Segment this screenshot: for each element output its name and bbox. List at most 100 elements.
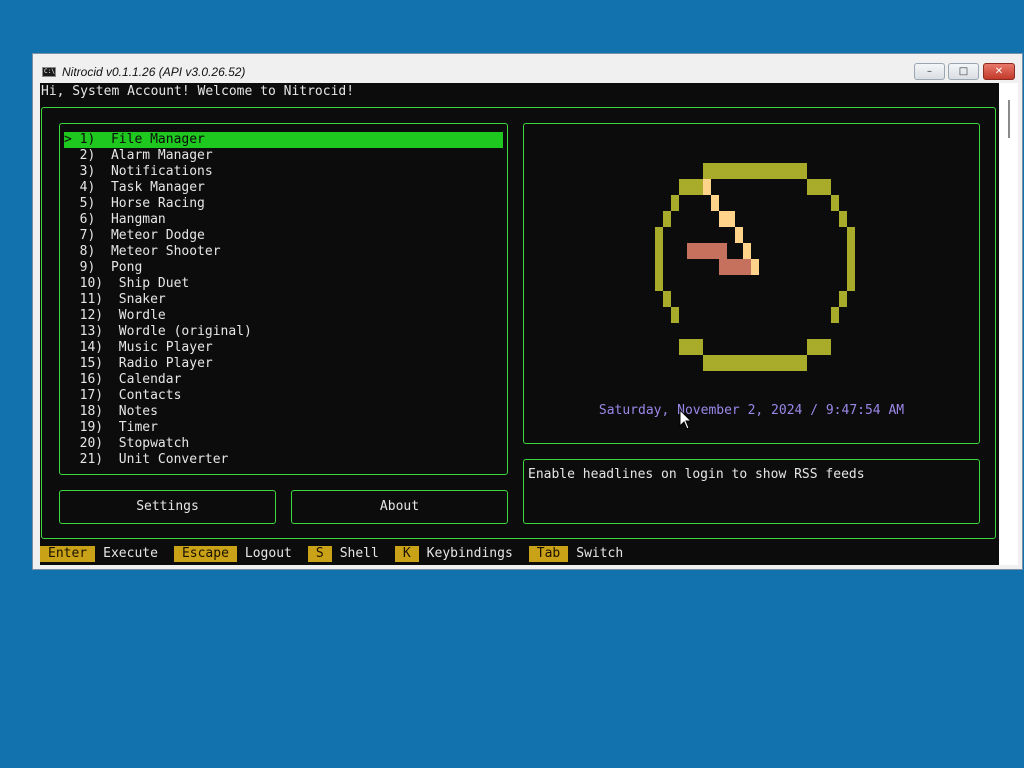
minute-hand-segment: [703, 179, 711, 195]
menu-item[interactable]: 19) Timer: [64, 420, 503, 436]
minute-hand-segment: [743, 243, 751, 259]
menu-item-number: 4): [64, 180, 96, 195]
keybinding-action[interactable]: Execute: [95, 546, 174, 562]
menu-item[interactable]: 3) Notifications: [64, 164, 503, 180]
minute-hand-segment: [735, 227, 743, 243]
terminal-area[interactable]: Hi, System Account! Welcome to Nitrocid!…: [40, 83, 999, 565]
menu-item-number: 17): [64, 388, 104, 403]
hour-hand-segment: [719, 259, 751, 275]
mouse-cursor-icon: [679, 409, 693, 430]
menu-item-label: Stopwatch: [118, 436, 190, 451]
keybinding-action[interactable]: Logout: [237, 546, 308, 562]
clock-face-segment: [679, 339, 703, 355]
menu-item[interactable]: 11) Snaker: [64, 292, 503, 308]
menu-item-label: Meteor Shooter: [110, 244, 221, 259]
menu-item[interactable]: 4) Task Manager: [64, 180, 503, 196]
menu-item[interactable]: 10) Ship Duet: [64, 276, 503, 292]
menu-item-number: 15): [64, 356, 104, 371]
clock-face-segment: [703, 163, 807, 179]
clock-face-segment: [671, 195, 679, 211]
menu-item-number: 9): [64, 260, 96, 275]
menu-item-number: 7): [64, 228, 96, 243]
scrollbar-thumb[interactable]: [1008, 100, 1010, 138]
menu-item-label: Notes: [118, 404, 158, 419]
clock-face-segment: [671, 307, 679, 323]
menu-item[interactable]: 5) Horse Racing: [64, 196, 503, 212]
minute-hand-segment: [719, 211, 735, 227]
menu-item-label: Task Manager: [110, 180, 205, 195]
keybinding-key: S: [307, 546, 332, 562]
menu-item-label: Contacts: [118, 388, 182, 403]
keybinding-action[interactable]: Switch: [568, 546, 639, 562]
hour-hand: [687, 243, 751, 275]
date-time-text: Saturday, November 2, 2024 / 9:47:54 AM: [598, 403, 905, 418]
menu-item[interactable]: 7) Meteor Dodge: [64, 228, 503, 244]
menu-item[interactable]: 14) Music Player: [64, 340, 503, 356]
menu-item-label: File Manager: [110, 132, 205, 147]
greeting-text: Hi, System Account! Welcome to Nitrocid!: [41, 84, 355, 99]
clock-face-segment: [679, 179, 703, 195]
menu-item-number: 5): [64, 196, 96, 211]
menu-item[interactable]: 18) Notes: [64, 404, 503, 420]
menu-item-label: Notifications: [110, 164, 213, 179]
menu-item[interactable]: 20) Stopwatch: [64, 436, 503, 452]
menu-item[interactable]: 17) Contacts: [64, 388, 503, 404]
keybinding-key: Escape: [173, 546, 237, 562]
menu-item[interactable]: 16) Calendar: [64, 372, 503, 388]
menu-item-label: Calendar: [118, 372, 182, 387]
menu-item-label: Timer: [118, 420, 158, 435]
analog-clock: [655, 163, 855, 371]
menu-item[interactable]: 21) Unit Converter: [64, 452, 503, 468]
menu-item-label: Ship Duet: [118, 276, 190, 291]
menu-item-number: 18): [64, 404, 104, 419]
keybinding-key: Enter: [40, 546, 96, 562]
menu-item[interactable]: 12) Wordle: [64, 308, 503, 324]
minute-hand-segment: [751, 259, 759, 275]
menu-item-label: Radio Player: [118, 356, 213, 371]
minute-hand-segment: [711, 195, 719, 211]
menu-item[interactable]: 15) Radio Player: [64, 356, 503, 372]
title-bar[interactable]: C:\ Nitrocid v0.1.1.26 (API v3.0.26.52) …: [33, 54, 1022, 84]
menu-item-label: Unit Converter: [118, 452, 229, 467]
menu-item-number: 2): [64, 148, 96, 163]
settings-button[interactable]: Settings: [59, 490, 276, 524]
menu-item[interactable]: 6) Hangman: [64, 212, 503, 228]
clock-face-segment: [839, 211, 847, 227]
close-button[interactable]: ✕: [983, 63, 1015, 80]
about-button[interactable]: About: [291, 490, 508, 524]
clock-face-segment: [831, 195, 839, 211]
clock-face-segment: [831, 307, 839, 323]
menu-item-number: 19): [64, 420, 104, 435]
menu-item-label: Horse Racing: [110, 196, 205, 211]
maximize-icon: □: [958, 66, 969, 77]
app-menu-panel: > 1) File Manager 2) Alarm Manager 3) No…: [59, 123, 508, 475]
minimize-icon: –: [927, 66, 932, 77]
hour-hand-segment: [687, 243, 727, 259]
clock-face-segment: [847, 227, 855, 291]
menu-item[interactable]: > 1) File Manager: [64, 132, 503, 148]
maximize-button[interactable]: □: [948, 63, 979, 80]
clock-face-segment: [807, 339, 831, 355]
menu-item-label: Meteor Dodge: [110, 228, 205, 243]
close-icon: ✕: [994, 66, 1004, 77]
clock-face-segment: [663, 291, 671, 307]
menu-item-label: Wordle: [118, 308, 166, 323]
menu-item-number: 21): [64, 452, 104, 467]
menu-item-number: 13): [64, 324, 104, 339]
terminal-window: C:\ Nitrocid v0.1.1.26 (API v3.0.26.52) …: [32, 53, 1023, 570]
keybinding-action[interactable]: Keybindings: [419, 546, 529, 562]
keybinding-action[interactable]: Shell: [332, 546, 395, 562]
menu-item-label: Snaker: [118, 292, 166, 307]
clock-face-segment: [839, 291, 847, 307]
menu-item-number: 11): [64, 292, 104, 307]
minimize-button[interactable]: –: [914, 63, 945, 80]
menu-item[interactable]: 8) Meteor Shooter: [64, 244, 503, 260]
menu-item-number: 6): [64, 212, 96, 227]
menu-item[interactable]: 13) Wordle (original): [64, 324, 503, 340]
menu-item-number: > 1): [64, 132, 96, 147]
menu-item[interactable]: 2) Alarm Manager: [64, 148, 503, 164]
menu-item[interactable]: 9) Pong: [64, 260, 503, 276]
menu-item-label: Pong: [110, 260, 143, 275]
scrollbar[interactable]: [999, 83, 1018, 565]
menu-item-number: 3): [64, 164, 96, 179]
